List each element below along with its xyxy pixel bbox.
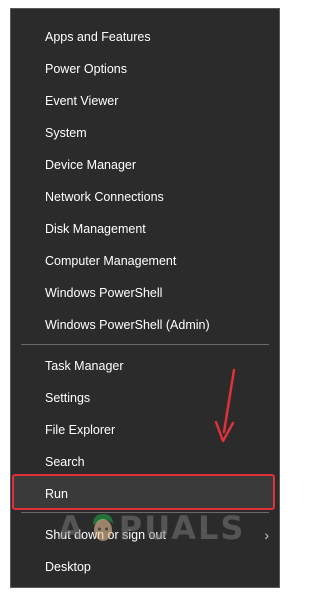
menu-item-file-explorer[interactable]: File Explorer [11,414,279,446]
menu-item-computer-management[interactable]: Computer Management [11,245,279,277]
menu-item-windows-powershell-admin[interactable]: Windows PowerShell (Admin) [11,309,279,341]
menu-item-disk-management[interactable]: Disk Management [11,213,279,245]
menu-item-apps-and-features[interactable]: Apps and Features [11,21,279,53]
menu-item-label: Shut down or sign out [45,528,166,542]
menu-item-task-manager[interactable]: Task Manager [11,350,279,382]
menu-item-run[interactable]: Run [11,478,279,510]
menu-item-power-options[interactable]: Power Options [11,53,279,85]
power-user-menu: Apps and Features Power Options Event Vi… [10,8,280,588]
menu-item-device-manager[interactable]: Device Manager [11,149,279,181]
chevron-right-icon: › [264,527,269,543]
menu-item-event-viewer[interactable]: Event Viewer [11,85,279,117]
menu-item-shut-down-or-sign-out[interactable]: Shut down or sign out › [11,519,279,551]
menu-separator [21,512,269,513]
menu-item-settings[interactable]: Settings [11,382,279,414]
menu-item-network-connections[interactable]: Network Connections [11,181,279,213]
menu-separator [21,344,269,345]
menu-item-windows-powershell[interactable]: Windows PowerShell [11,277,279,309]
screenshot-frame: Apps and Features Power Options Event Vi… [0,0,288,599]
menu-item-system[interactable]: System [11,117,279,149]
menu-item-desktop[interactable]: Desktop [11,551,279,583]
